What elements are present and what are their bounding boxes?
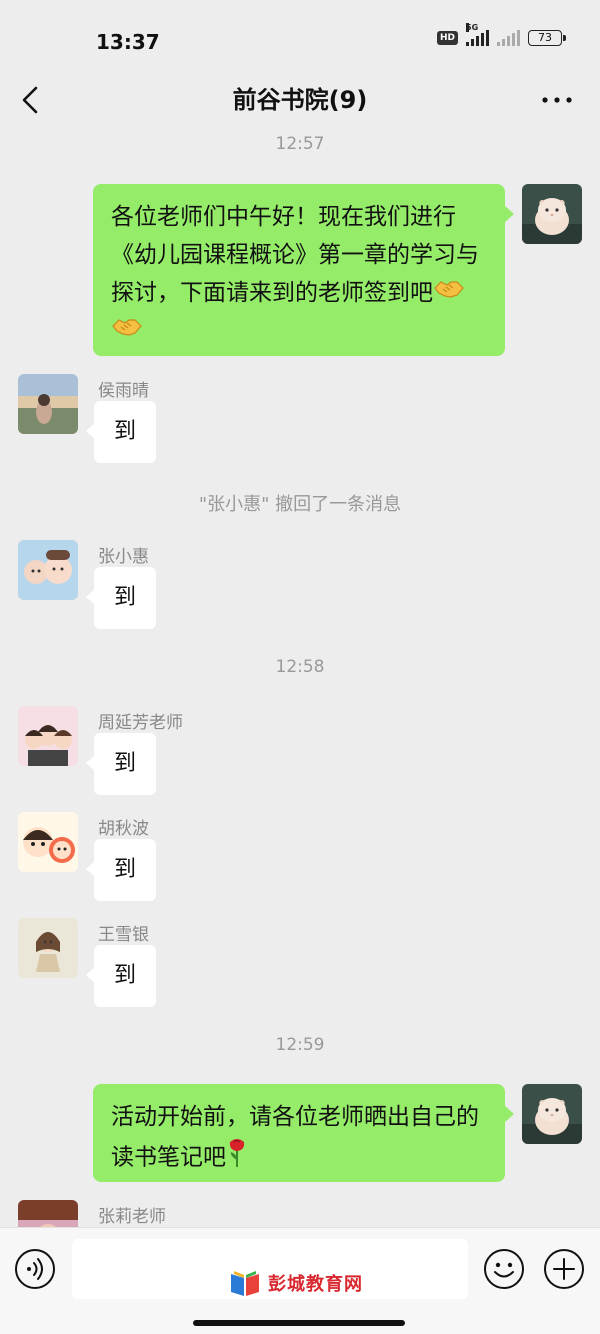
time-separator: 12:57 (275, 134, 325, 154)
battery-level: 73 (528, 30, 562, 46)
incoming-message-bubble[interactable]: 到 (86, 839, 156, 901)
avatar-hu-qiubo[interactable] (18, 812, 78, 872)
handshake-emoji-icon (111, 313, 143, 351)
my-avatar[interactable] (522, 184, 582, 244)
avatar-zhang-xiaohui[interactable] (18, 540, 78, 600)
message-text: 到 (113, 419, 136, 444)
message-text: 到 (113, 585, 136, 610)
handshake-emoji-icon (433, 275, 465, 313)
hd-badge: HD (436, 31, 458, 45)
watermark-text: 彭城教育网 (268, 1274, 363, 1295)
avatar-zhang-li[interactable] (18, 1200, 78, 1227)
plus-icon[interactable] (543, 1248, 585, 1290)
status-bar: 13:37 HD 5G 73 (0, 0, 600, 70)
voice-icon[interactable] (14, 1248, 56, 1290)
time-separator: 12:59 (275, 1035, 325, 1055)
battery-icon: 73 (528, 30, 566, 46)
recall-notice: "张小惠" 撤回了一条消息 (198, 494, 402, 515)
status-time: 13:37 (96, 30, 160, 54)
time-separator: 12:58 (275, 657, 325, 677)
avatar-hou-yuqing[interactable] (18, 374, 78, 434)
sender-name: 张莉老师 (98, 1207, 166, 1227)
my-avatar[interactable] (522, 1084, 582, 1144)
outgoing-message-bubble[interactable]: 活动开始前，请各位老师晒出自己的读书笔记吧 (93, 1084, 514, 1182)
signal-secondary-icon (497, 30, 520, 46)
rose-emoji-icon (226, 1136, 248, 1180)
sender-name: 王雪银 (98, 925, 149, 945)
sender-name: 张小惠 (98, 547, 149, 567)
network-label: 5G (466, 23, 479, 32)
message-text: 到 (113, 963, 136, 988)
sender-name: 周延芳老师 (98, 713, 183, 733)
sender-name: 侯雨晴 (98, 381, 149, 401)
avatar-wang-xueyin[interactable] (18, 918, 78, 978)
home-indicator[interactable] (193, 1320, 405, 1326)
incoming-message-bubble[interactable]: 到 (86, 567, 156, 629)
group-title: 前谷书院(9) (232, 86, 368, 114)
more-options-icon[interactable] (540, 90, 574, 110)
avatar-zhou-yanfang[interactable] (18, 706, 78, 766)
message-text: 活动开始前，请各位老师晒出自己的读书笔记吧 (111, 1104, 479, 1171)
chat-header: 前谷书院(9) (0, 70, 600, 130)
message-text: 各位老师们中午好！现在我们进行《幼儿园课程概论》第一章的学习与探讨，下面请来到的… (111, 204, 479, 306)
status-icons: HD 5G 73 (436, 23, 566, 46)
sender-name: 胡秋波 (98, 819, 149, 839)
incoming-message-bubble[interactable]: 到 (86, 401, 156, 463)
incoming-message-bubble[interactable]: 到 (86, 945, 156, 1007)
signal-5g-icon: 5G (466, 23, 489, 46)
outgoing-message-bubble[interactable]: 各位老师们中午好！现在我们进行《幼儿园课程概论》第一章的学习与探讨，下面请来到的… (93, 184, 514, 356)
emoji-icon[interactable] (483, 1248, 525, 1290)
message-input-bar: 彭城教育网 (0, 1227, 600, 1334)
book-logo-icon (231, 1271, 259, 1296)
incoming-message-bubble[interactable]: 到 (86, 733, 156, 795)
chat-message-list[interactable]: 12:57 各位老师们中午好！现在我们进行《幼儿园课程概论》第一章的学习与探讨，… (0, 130, 600, 1227)
message-text: 到 (113, 857, 136, 882)
message-text: 到 (113, 751, 136, 776)
watermark-logo: 彭城教育网 (228, 1268, 363, 1298)
